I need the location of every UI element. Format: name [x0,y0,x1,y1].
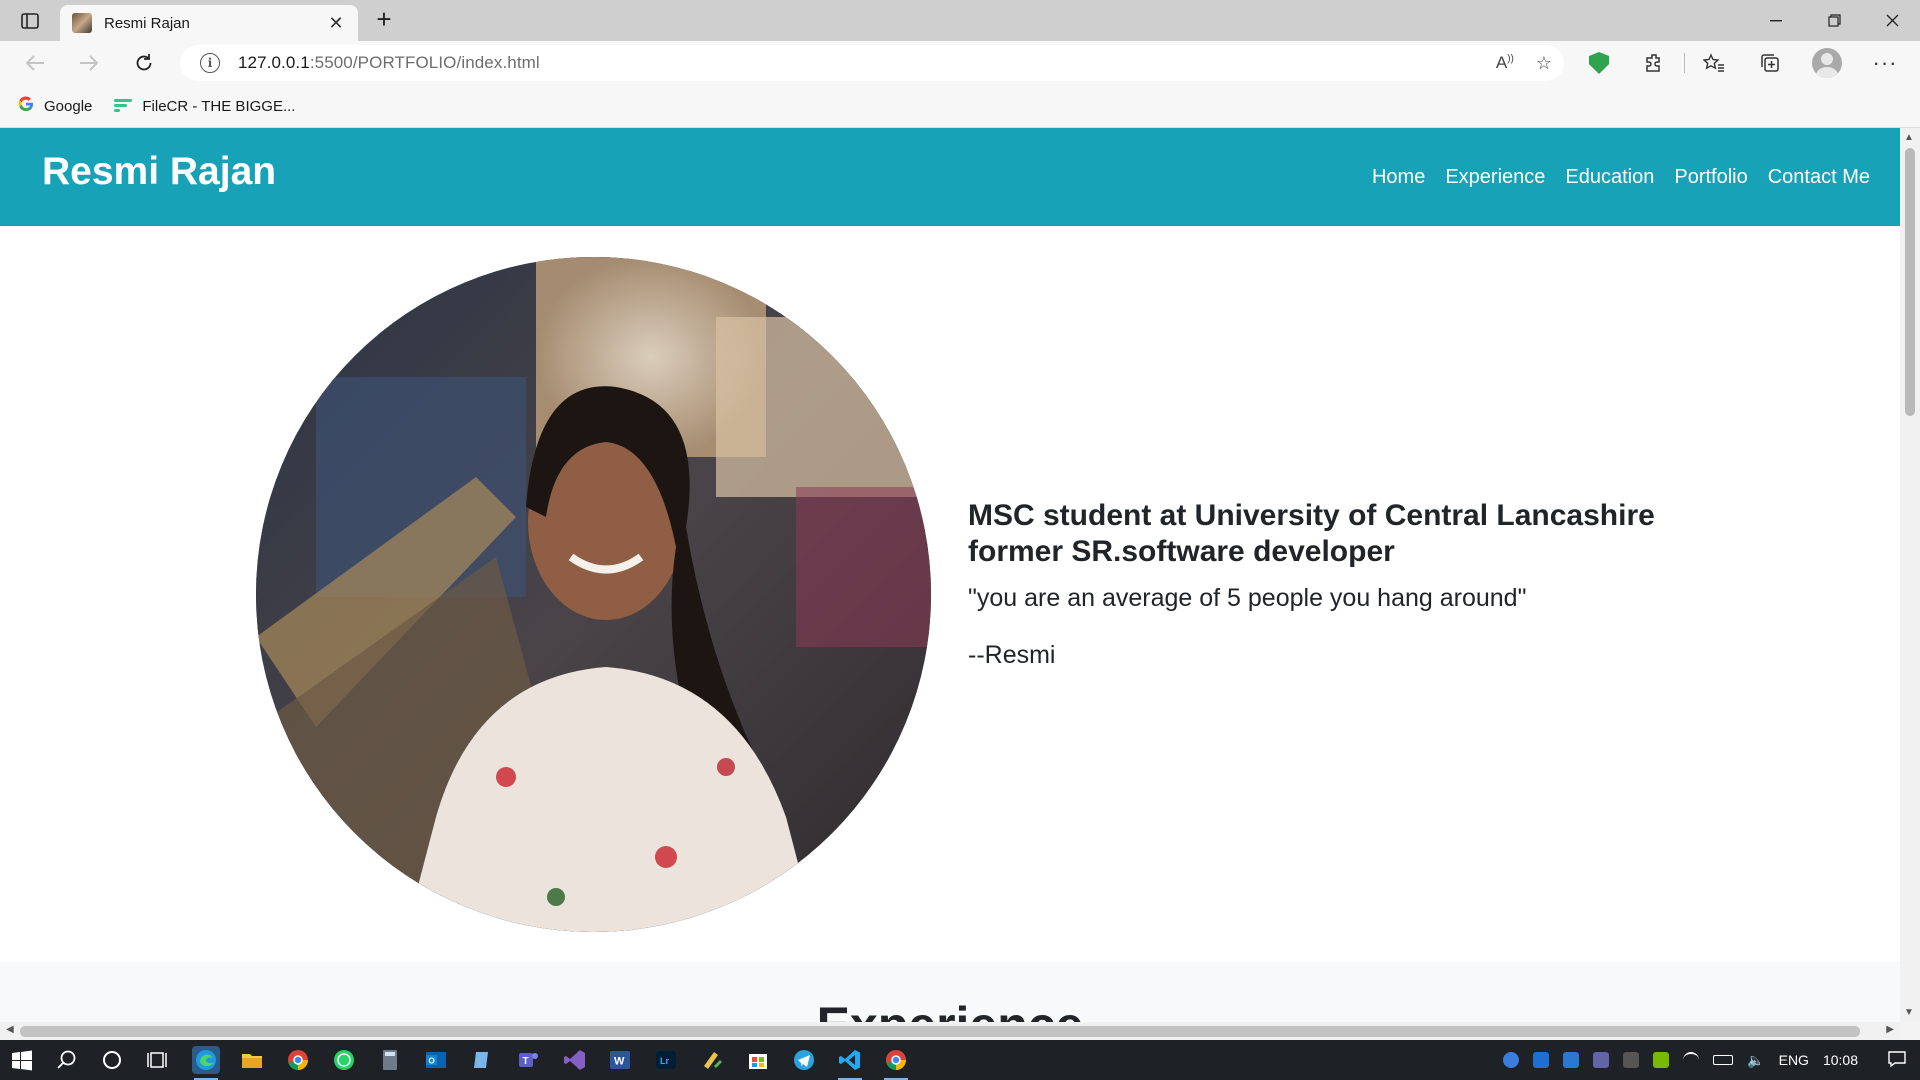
extensions-icon[interactable] [1637,47,1671,79]
teams-icon[interactable]: T [514,1046,542,1074]
bookmarks-bar: Google FileCR - THE BIGGE... [0,85,1920,128]
task-view-icon[interactable] [143,1046,171,1074]
read-aloud-icon[interactable]: A)) [1496,53,1514,73]
add-favorite-icon[interactable]: ☆ [1536,53,1552,74]
google-icon [18,95,34,117]
snip-tool-icon[interactable] [698,1046,726,1074]
start-icon[interactable] [8,1046,36,1074]
filecr-icon [114,99,133,113]
search-icon[interactable] [53,1046,81,1074]
bookmark-filecr[interactable]: FileCR - THE BIGGE... [114,98,295,115]
horizontal-scrollbar[interactable]: ◀ ▶ [0,1022,1900,1040]
bookmark-label: Google [44,97,93,115]
system-tray: 🔈 ENG 10:08 [1503,1040,1920,1080]
store-icon[interactable] [744,1046,772,1074]
bluetooth-icon[interactable] [1533,1052,1550,1068]
tab-actions-icon[interactable] [16,9,44,33]
scroll-left-icon[interactable]: ◀ [6,1024,14,1035]
site-info-icon[interactable]: i [200,53,220,73]
minimize-icon[interactable] [1748,0,1804,41]
address-bar[interactable]: i 127.0.0.1:5500/PORTFOLIO/index.html A)… [180,45,1564,81]
refresh-icon[interactable] [127,47,161,79]
svg-text:O: O [429,1057,435,1066]
scroll-down-icon[interactable]: ▼ [1904,1007,1914,1018]
close-window-icon[interactable] [1864,0,1920,41]
browser-toolbar: i 127.0.0.1:5500/PORTFOLIO/index.html A)… [0,41,1920,85]
profile-photo [256,257,931,932]
horizontal-scroll-thumb[interactable] [20,1026,1860,1037]
telegram-icon[interactable] [790,1046,818,1074]
vertical-scrollbar[interactable]: ▲ ▼ [1900,128,1920,1022]
calculator-icon[interactable] [376,1046,404,1074]
windows-taskbar: O T W Lr 🔈 ENG 10:08 [0,1040,1920,1080]
more-options-icon[interactable]: ··· [1868,47,1902,79]
onedrive-icon[interactable] [1563,1052,1580,1068]
scroll-up-icon[interactable]: ▲ [1904,132,1914,143]
scroll-right-icon[interactable]: ▶ [1886,1024,1894,1035]
svg-text:Lr: Lr [660,1056,669,1066]
url-text[interactable]: 127.0.0.1:5500/PORTFOLIO/index.html [238,53,540,73]
hero-heading: MSC student at University of Central Lan… [968,498,1728,570]
app-tray-icon[interactable] [1623,1052,1640,1068]
svg-text:T: T [523,1056,529,1067]
experience-title: Experience [0,996,1900,1022]
profile-avatar[interactable] [1810,47,1844,79]
clock[interactable]: 10:08 [1823,1052,1858,1068]
nav-link-portfolio[interactable]: Portfolio [1674,166,1747,189]
nav-link-education[interactable]: Education [1565,166,1654,189]
site-navbar: Resmi Rajan Home Experience Education Po… [0,128,1900,226]
toolbar-divider [1684,53,1685,73]
tab-strip: Resmi Rajan ✕ + [0,0,1920,41]
hero-author: --Resmi [968,641,1056,669]
chrome-icon[interactable] [284,1046,312,1074]
nvidia-icon[interactable] [1653,1052,1670,1068]
tab-title: Resmi Rajan [104,14,190,32]
outlook-icon[interactable]: O [422,1046,450,1074]
battery-icon[interactable] [1713,1055,1734,1065]
svg-text:W: W [614,1056,625,1068]
tab-favicon-icon [72,13,92,33]
vscode-icon[interactable] [836,1046,864,1080]
chrome-profile-icon[interactable] [882,1046,910,1080]
volume-icon[interactable]: 🔈 [1747,1052,1764,1069]
nav-link-home[interactable]: Home [1372,166,1425,189]
vertical-scroll-thumb[interactable] [1905,148,1915,416]
collections-icon[interactable] [1753,47,1787,79]
notes-icon[interactable] [468,1046,496,1074]
cortana-icon[interactable] [98,1046,126,1074]
hero-quote: "you are an average of 5 people you hang… [968,584,1527,612]
edge-taskbar-icon[interactable] [192,1046,220,1080]
experience-section: Experience [0,962,1900,1022]
teams-tray-icon[interactable] [1593,1052,1610,1068]
hero-heading-line2: former SR.software developer [968,535,1395,568]
nav-link-experience[interactable]: Experience [1445,166,1545,189]
bookmark-label: FileCR - THE BIGGE... [142,97,296,115]
notifications-icon[interactable] [1888,1050,1906,1070]
lightroom-icon[interactable]: Lr [652,1046,680,1074]
restore-icon[interactable] [1806,0,1862,41]
browser-tab-active[interactable]: Resmi Rajan ✕ [60,5,358,41]
wifi-icon[interactable] [1683,1052,1700,1068]
file-explorer-icon[interactable] [238,1046,266,1074]
hero-heading-line1: MSC student at University of Central Lan… [968,499,1655,532]
nav-link-contact[interactable]: Contact Me [1768,166,1870,189]
help-tray-icon[interactable] [1503,1052,1520,1068]
forward-arrow-icon[interactable] [72,47,106,79]
site-nav-links: Home Experience Education Portfolio Cont… [1372,166,1870,189]
bookmark-google[interactable]: Google [18,95,93,117]
word-icon[interactable]: W [606,1046,634,1074]
back-arrow-icon[interactable] [18,47,52,79]
tab-close-icon[interactable]: ✕ [326,13,346,34]
hero-text: MSC student at University of Central Lan… [968,498,1728,670]
new-tab-button[interactable]: + [368,4,400,36]
whatsapp-icon[interactable] [330,1046,358,1074]
favorites-icon[interactable] [1697,47,1731,79]
visual-studio-icon[interactable] [560,1046,588,1074]
shield-extension-icon[interactable] [1582,47,1616,79]
page-viewport: Resmi Rajan Home Experience Education Po… [0,128,1900,1022]
language-indicator[interactable]: ENG [1779,1052,1809,1068]
site-brand[interactable]: Resmi Rajan [42,150,276,194]
